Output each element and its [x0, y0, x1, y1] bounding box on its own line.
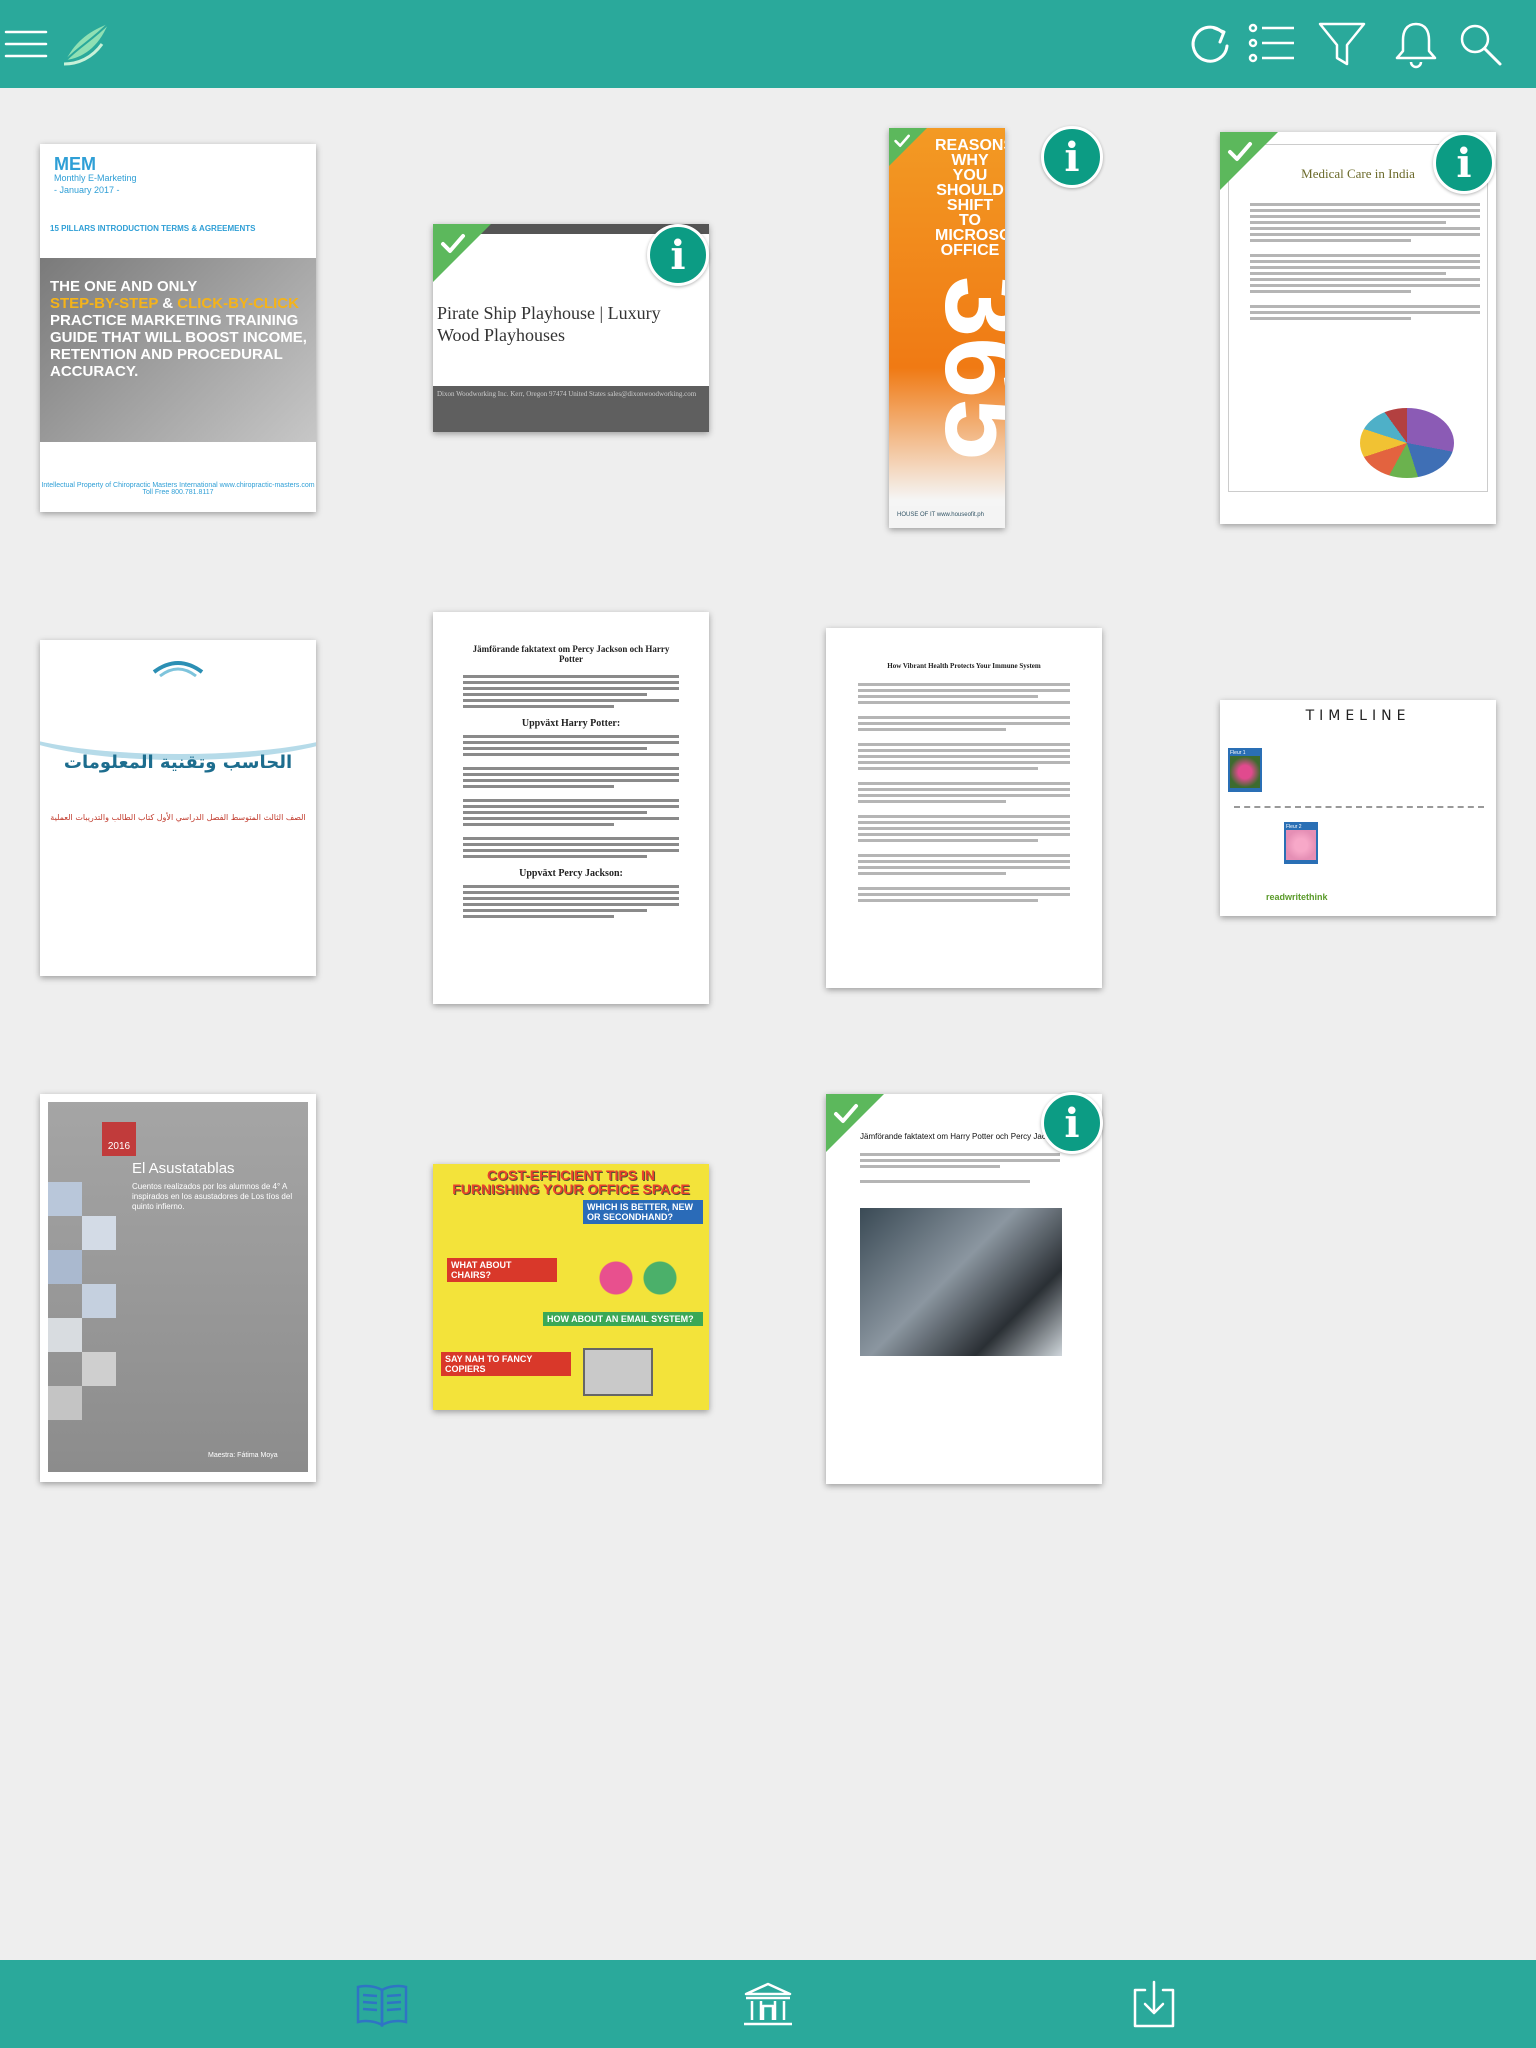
info-button[interactable]: i: [647, 224, 709, 286]
downloaded-check-icon: [1220, 132, 1278, 190]
book-title: Pirate Ship Playhouse | Luxury Wood Play…: [437, 303, 661, 345]
hero-line: THE ONE AND ONLY: [50, 278, 198, 295]
section-title: Uppväxt Percy Jackson:: [519, 868, 623, 879]
app-logo-leaf-icon: [58, 14, 118, 74]
book-author: Maestra: Fátima Moya: [208, 1452, 278, 1459]
info-button[interactable]: i: [1041, 126, 1103, 188]
downloaded-check-icon: [889, 128, 927, 166]
book-nav-text: 15 PILLARS INTRODUCTION TERMS & AGREEMEN…: [50, 224, 256, 233]
timeline-axis: [1234, 806, 1484, 808]
book-title: Jämförande faktatext om Percy Jackson oc…: [472, 644, 670, 664]
footer-text: Dixon Woodworking Inc. Kerr, Oregon 9747…: [437, 390, 697, 398]
timeline-card-1: Fleur 1: [1228, 748, 1262, 792]
bottom-bar: [0, 1960, 1536, 2048]
top-bar: [0, 0, 1536, 88]
bell-icon[interactable]: [1386, 14, 1446, 74]
info-button[interactable]: i: [1041, 1092, 1103, 1154]
book-cover-office-furnishing[interactable]: COST-EFFICIENT TIPS IN FURNISHING YOUR O…: [433, 1164, 709, 1410]
reader-tab[interactable]: [352, 1976, 412, 2034]
cover-photo: [860, 1208, 1062, 1356]
brand-text: readwritethink: [1266, 892, 1328, 902]
book-cover-mem[interactable]: MEM Monthly E-Marketing - January 2017 - …: [40, 144, 316, 512]
book-cover-harry-percy[interactable]: Jämförande faktatext om Harry Potter och…: [826, 1094, 1102, 1484]
book-title: How Vibrant Health Protects Your Immune …: [887, 662, 1041, 670]
section-title: Uppväxt Harry Potter:: [521, 718, 621, 729]
book-title: COST-EFFICIENT TIPS IN FURNISHING YOUR O…: [452, 1167, 690, 1197]
book-title: الحاسب وتقنية المعلومات: [63, 752, 293, 773]
book-year: 2016: [102, 1122, 136, 1156]
info-button[interactable]: i: [1433, 132, 1495, 194]
pie-chart-thumbnail: [1360, 408, 1454, 478]
book-title: El Asustatablas: [132, 1160, 235, 1177]
tip-heading: SAY NAH TO FANCY COPIERS: [441, 1352, 571, 1376]
open-book-icon: [356, 1984, 408, 2028]
book-footer: Dixon Woodworking Inc. Kerr, Oregon 9747…: [433, 386, 709, 432]
search-icon[interactable]: [1450, 14, 1510, 74]
menu-icon[interactable]: [0, 14, 60, 74]
book-cover-vibrant-health[interactable]: How Vibrant Health Protects Your Immune …: [826, 628, 1102, 988]
book-subtitle: Cuentos realizados por los alumnos de 4°…: [132, 1182, 293, 1211]
hero-image: THE ONE AND ONLY STEP-BY-STEP & CLICK-BY…: [40, 258, 316, 442]
tip-heading: HOW ABOUT AN EMAIL SYSTEM?: [543, 1312, 703, 1326]
chairs-illustration: [583, 1254, 693, 1302]
hero-rest: PRACTICE MARKETING TRAINING GUIDE THAT W…: [50, 312, 307, 380]
tip-heading: WHICH IS BETTER, NEW OR SECONDHAND?: [583, 1200, 703, 1224]
book-cover-arabic-computing[interactable]: الحاسب وتقنية المعلومات الصف الثالث المت…: [40, 640, 316, 976]
download-icon: [1133, 1980, 1175, 2028]
hero-highlight: CLICK-BY-CLICK: [177, 295, 299, 312]
book-footer: HOUSE OF IT www.houseofit.ph: [889, 506, 1005, 528]
book-title: REASONS WHY YOU SHOULD SHIFT TO MICROSOF…: [935, 137, 1005, 259]
list-icon[interactable]: [1242, 14, 1302, 74]
book-cover-office-365[interactable]: REASONS WHY YOU SHOULD SHIFT TO MICROSOF…: [889, 128, 1005, 528]
hero-amp: &: [158, 295, 178, 312]
decorative-arc: [40, 680, 316, 760]
ministry-logo-icon: [152, 661, 204, 678]
library-building-icon: [744, 1982, 792, 2026]
hero-highlight: STEP-BY-STEP: [50, 295, 159, 312]
text-lines: [1250, 200, 1480, 323]
book-subtitle: Monthly E-Marketing: [54, 173, 137, 183]
copier-illustration: [583, 1348, 653, 1396]
book-cover-timeline[interactable]: TIMELINE Fleur 1 Fleur 2 readwritethink: [1220, 700, 1496, 916]
book-cover-asustatablas[interactable]: 2016 El Asustatablas Cuentos realizados …: [40, 1094, 316, 1482]
downloaded-check-icon: [826, 1094, 884, 1152]
filter-icon[interactable]: [1312, 14, 1372, 74]
book-footer: Intellectual Property of Chiropractic Ma…: [41, 482, 315, 496]
library-tab[interactable]: [738, 1976, 798, 2034]
book-title: Jämförande faktatext om Harry Potter och…: [860, 1132, 1063, 1141]
book-subtitle: الصف الثالث المتوسط الفصل الدراسي الأول …: [50, 813, 306, 822]
downloaded-check-icon: [433, 224, 491, 282]
timeline-card-2: Fleur 2: [1284, 822, 1318, 864]
book-title: TIMELINE: [1305, 708, 1411, 724]
tip-heading: WHAT ABOUT CHAIRS?: [447, 1258, 557, 1282]
big-number: 365: [922, 276, 1005, 460]
book-date: - January 2017 -: [54, 185, 120, 195]
book-cover-percy-harry[interactable]: Jämförande faktatext om Percy Jackson oc…: [433, 612, 709, 1004]
refresh-icon[interactable]: [1180, 14, 1240, 74]
downloads-tab[interactable]: [1124, 1976, 1184, 2034]
